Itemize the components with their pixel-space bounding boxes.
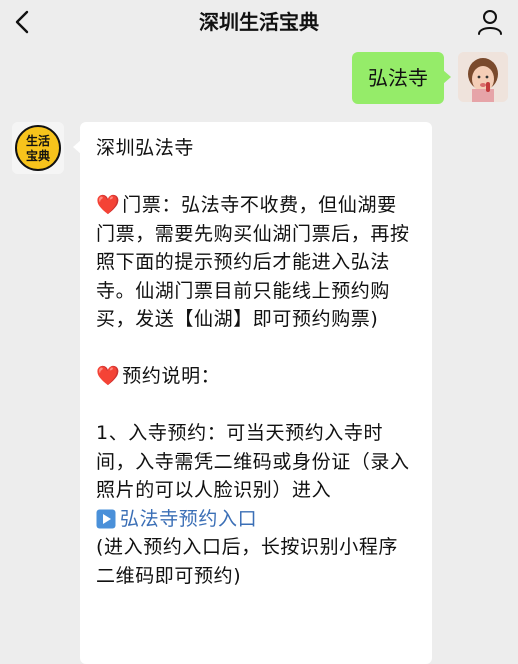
user-avatar[interactable] [458,52,508,102]
ticket-paragraph: ❤️ 门票：弘法寺不收费，但仙湖要门票，需要先购买仙湖门票后，再按照下面的提示预约… [96,191,416,334]
chat-info-button[interactable] [474,6,506,38]
reservation-link[interactable]: 弘法寺预约入口 [96,505,416,534]
ticket-label: 门票： [122,194,182,216]
outgoing-message-row: 弘法寺 [352,52,508,108]
incoming-message-bubble[interactable]: 深圳弘法寺 ❤️ 门票：弘法寺不收费，但仙湖要门票，需要先购买仙湖门票后，再按照下… [73,122,432,664]
avatar-logo-line1: 生活 [26,133,50,148]
heart-icon: ❤️ [96,365,121,387]
person-icon [474,6,506,38]
reservation-link-text[interactable]: 弘法寺预约入口 [120,505,257,534]
reservation-note: (进入预约入口后，长按识别小程序二维码即可预约) [96,536,399,587]
back-button[interactable] [6,5,40,39]
top-bar: 深圳生活宝典 [0,0,518,44]
outgoing-message-bubble[interactable]: 弘法寺 [352,52,451,104]
account-avatar[interactable]: 生活 宝典 [12,122,64,174]
reservation-item-1: 1、入寺预约：可当天预约入寺时间，入寺需凭二维码或身份证（录入照片的可以人脸识别… [96,422,410,501]
chat-title: 深圳生活宝典 [199,10,319,34]
play-icon [96,509,116,529]
reservation-label: 预约说明： [122,365,221,387]
reservation-heading: ❤️ 预约说明： [96,362,416,391]
message-heading: 深圳弘法寺 [96,137,195,159]
heart-icon: ❤️ [96,194,121,216]
avatar-logo-line2: 宝典 [26,148,50,163]
chevron-left-icon [6,5,40,39]
